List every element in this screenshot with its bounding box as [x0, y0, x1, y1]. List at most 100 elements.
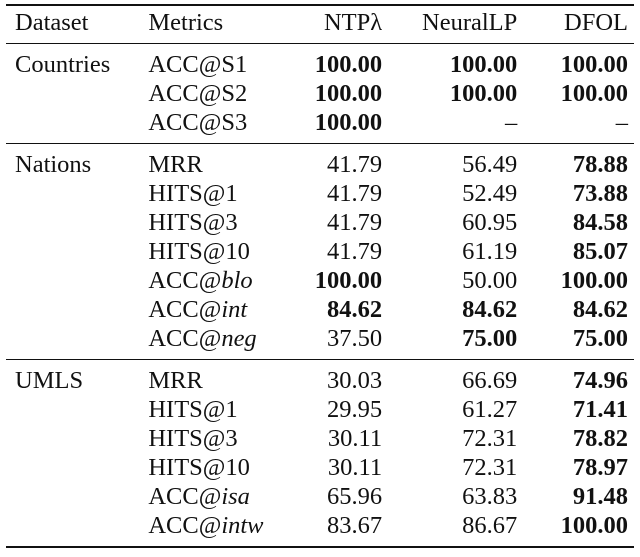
dataset-cell-empty — [6, 511, 148, 547]
table-row: Nations MRR 41.79 56.49 78.88 — [6, 143, 634, 180]
metric-name: HITS@10 — [148, 454, 250, 481]
metric-cell: ACC@isa — [148, 482, 294, 511]
metric-name: ACC@ — [148, 512, 222, 539]
table-row: HITS@1 41.79 52.49 73.88 — [6, 179, 634, 208]
ntp-lambda-value: 100.00 — [314, 109, 383, 136]
neurallp-value: 100.00 — [449, 51, 518, 78]
metric-cell: ACC@S2 — [148, 79, 294, 108]
metric-suffix: isa — [221, 483, 250, 510]
ntp-lambda-value: 37.50 — [326, 325, 383, 352]
metric-name: ACC@ — [148, 51, 222, 78]
ntp-lambda-value: 30.03 — [326, 367, 383, 394]
dataset-label: UMLS — [15, 367, 84, 394]
table-body: Countries ACC@S1 100.00 100.00 100.00 ACC@S2 1… — [6, 43, 634, 547]
dfol-value: 74.96 — [572, 367, 628, 394]
header-dfol: DFOL — [564, 9, 628, 36]
dfol-value: 100.00 — [560, 51, 628, 78]
header-neurallp: NeuralLP — [422, 9, 518, 36]
metric-cell: ACC@int — [148, 295, 294, 324]
ntp-lambda-value: 41.79 — [326, 151, 383, 178]
metric-cell: HITS@3 — [148, 208, 294, 237]
ntp-lambda-value: 84.62 — [326, 296, 383, 323]
metric-cell: ACC@blo — [148, 266, 294, 295]
metric-name: ACC@ — [148, 80, 222, 107]
dfol-value: 84.58 — [572, 209, 628, 236]
dataset-cell-empty — [6, 237, 148, 266]
metric-name: ACC@ — [148, 109, 222, 136]
metric-cell: HITS@1 — [148, 179, 294, 208]
metric-suffix: S2 — [221, 80, 248, 107]
neurallp-value: 72.31 — [462, 454, 518, 481]
metric-cell: ACC@S3 — [148, 108, 294, 144]
table-row: ACC@blo 100.00 50.00 100.00 — [6, 266, 634, 295]
ntp-lambda-value: 41.79 — [326, 209, 383, 236]
metric-name: HITS@10 — [148, 238, 250, 265]
ntp-lambda-value: 41.79 — [326, 238, 383, 265]
table-row: HITS@10 30.11 72.31 78.97 — [6, 453, 634, 482]
table-row: ACC@S3 100.00 – – — [6, 108, 634, 144]
dataset-cell-empty — [6, 79, 148, 108]
neurallp-value: 100.00 — [449, 80, 518, 107]
dataset-cell-empty — [6, 453, 148, 482]
neurallp-value: 63.83 — [462, 483, 518, 510]
header-metrics: Metrics — [148, 9, 224, 36]
metric-cell: ACC@intw — [148, 511, 294, 547]
dataset-cell-empty — [6, 295, 148, 324]
neurallp-value: 86.67 — [462, 512, 518, 539]
dataset-cell-empty — [6, 424, 148, 453]
dfol-value: 78.88 — [572, 151, 628, 178]
dfol-value: 100.00 — [560, 267, 628, 294]
ntp-lambda-value: 30.11 — [327, 454, 383, 481]
metric-cell: HITS@3 — [148, 424, 294, 453]
dfol-value: 85.07 — [572, 238, 628, 265]
neurallp-value: – — [505, 109, 518, 136]
table-row: ACC@int 84.62 84.62 84.62 — [6, 295, 634, 324]
metric-cell: MRR — [148, 144, 294, 180]
neurallp-value: 75.00 — [462, 325, 518, 352]
dfol-value: 100.00 — [560, 512, 628, 539]
neurallp-value: 50.00 — [462, 267, 518, 294]
metric-suffix: int — [221, 296, 248, 323]
metric-name: HITS@3 — [148, 425, 238, 452]
header-dataset: Dataset — [15, 9, 89, 36]
neurallp-value: 66.69 — [462, 367, 518, 394]
table-row: ACC@intw 83.67 86.67 100.00 — [6, 511, 634, 547]
table-row: HITS@1 29.95 61.27 71.41 — [6, 395, 634, 424]
neurallp-value: 56.49 — [462, 151, 518, 178]
table-row: HITS@10 41.79 61.19 85.07 — [6, 237, 634, 266]
results-table-container: Dataset Metrics NTPλ NeuralLP DFOL Count… — [6, 4, 634, 548]
dfol-value: 84.62 — [572, 296, 628, 323]
table-row: ACC@neg 37.50 75.00 75.00 — [6, 324, 634, 360]
metric-cell: HITS@1 — [148, 395, 294, 424]
metric-name: HITS@1 — [148, 396, 238, 423]
dataset-cell-empty — [6, 179, 148, 208]
metric-cell: ACC@neg — [148, 324, 294, 360]
neurallp-value: 61.27 — [462, 396, 518, 423]
ntp-lambda-value: 65.96 — [326, 483, 383, 510]
metric-suffix: S1 — [221, 51, 248, 78]
metric-cell: MRR — [148, 360, 294, 396]
header-row: Dataset Metrics NTPλ NeuralLP DFOL — [6, 5, 634, 44]
metric-suffix: neg — [221, 325, 257, 352]
dfol-value: 91.48 — [572, 483, 628, 510]
dfol-value: – — [615, 109, 628, 136]
neurallp-value: 72.31 — [462, 425, 518, 452]
dataset-cell-empty — [6, 208, 148, 237]
ntp-lambda-value: 83.67 — [326, 512, 383, 539]
ntp-lambda-value: 100.00 — [314, 51, 383, 78]
ntp-lambda-value: 100.00 — [314, 80, 383, 107]
table-row: ACC@isa 65.96 63.83 91.48 — [6, 482, 634, 511]
ntp-lambda-value: 41.79 — [326, 180, 383, 207]
ntp-lambda-value: 30.11 — [327, 425, 383, 452]
metric-name: MRR — [148, 367, 203, 394]
metric-name: ACC@ — [148, 267, 222, 294]
metric-cell: HITS@10 — [148, 237, 294, 266]
metric-name: ACC@ — [148, 483, 222, 510]
metric-suffix: S3 — [221, 109, 248, 136]
dataset-cell-empty — [6, 395, 148, 424]
ntp-lambda-value: 100.00 — [314, 267, 383, 294]
neurallp-value: 61.19 — [462, 238, 518, 265]
table-row: UMLS MRR 30.03 66.69 74.96 — [6, 359, 634, 396]
neurallp-value: 60.95 — [462, 209, 518, 236]
metric-suffix: blo — [221, 267, 253, 294]
